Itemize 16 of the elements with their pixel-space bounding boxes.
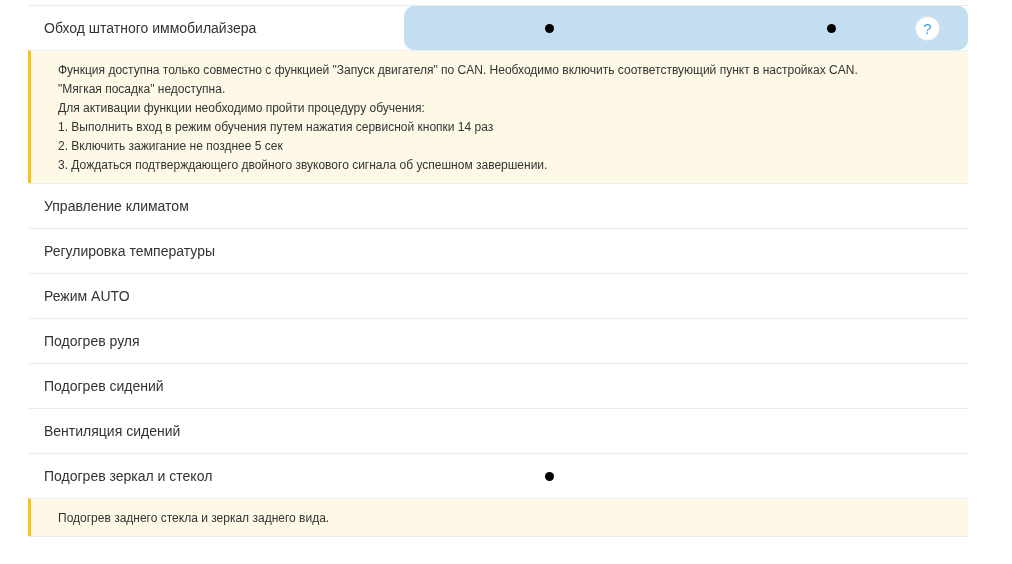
feature-label: Регулировка температуры [43,243,216,259]
feature-label: Вентиляция сидений [43,423,182,439]
help-button[interactable]: ? [915,15,940,41]
note-text: Подогрев заднего стекла и зеркал заднего вида. [58,510,331,527]
note-text: 2. Включить зажигание не позднее 5 сек [58,138,284,155]
feature-label: Управление климатом [43,198,190,214]
feature-label: Подогрев сидений [43,378,165,394]
feature-label: Подогрев руля [43,333,141,349]
note-text: Функция доступна только совместно с функцией "Запуск двигателя" по CAN. Необходимо включить соответствующий пункт в настройках CAN. [58,62,859,79]
feature-label: Подогрев зеркал и стекол [43,468,214,484]
note-text: "Мягкая посадка" недоступна. [58,81,227,98]
note-text: 1. Выполнить вход в режим обучения путем нажатия сервисной кнопки 14 раз [58,119,495,136]
note-text: Для активации функции необходимо пройти процедуру обучения: [58,100,426,117]
feature-label: Режим AUTO [43,288,131,304]
note-text: 3. Дождаться подтверждающего двойного звукового сигнала об успешном завершении. [58,157,549,174]
feature-label: Обход штатного иммобилайзера [43,20,258,36]
